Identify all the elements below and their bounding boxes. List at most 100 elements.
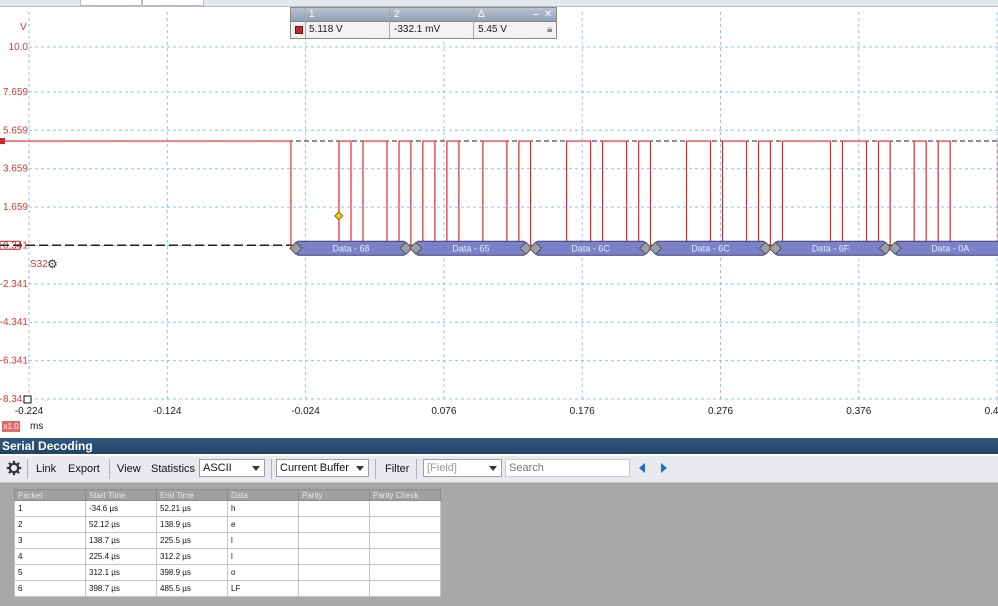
field-select-value: [Field] [427, 462, 457, 474]
y-tick-label: 5.659 [3, 125, 28, 136]
x-tick-label: 0.276 [708, 406, 733, 417]
cursor-diamond-icon [334, 211, 344, 221]
col-data[interactable]: Data [227, 489, 299, 501]
cell-end-time: 398.9 µs [156, 564, 228, 581]
cell-data: o [227, 564, 299, 581]
cell-data: LF [227, 580, 299, 597]
cell-end-time: 52.21 µs [156, 500, 228, 517]
link-button[interactable]: Link [36, 463, 56, 475]
chevron-down-icon [489, 466, 497, 471]
y-unit-label: V [20, 22, 27, 33]
cell-end-time: 485.5 µs [156, 580, 228, 597]
col-end-time[interactable]: End Time [156, 489, 228, 501]
cell-parity [298, 548, 370, 565]
oscilloscope-view[interactable]: V 10.0 7.659 5.659 3.659 1.659 -0.341 -2.341 -4.… [0, 0, 998, 435]
cell-parity-check [369, 580, 441, 597]
buffer-select[interactable]: Current Buffer [276, 459, 369, 477]
cell-parity [298, 532, 370, 549]
chevron-down-icon [252, 466, 260, 471]
gear-icon: ⚙ [47, 257, 58, 271]
y-tick-label: -6.341 [0, 356, 28, 367]
table-row[interactable]: 6 398.7 µs 485.5 µs LF [14, 580, 441, 597]
table-row[interactable]: 2 52.12 µs 138.9 µs e [14, 516, 441, 533]
cursor-readout-header: 1 2 Δ – ✕ [291, 8, 556, 22]
panel-title: Serial Decoding [0, 438, 998, 454]
cursor-col-delta: Δ [478, 9, 485, 20]
cell-data: h [227, 500, 299, 517]
x-tick-label: -0.224 [15, 406, 44, 417]
cursor-value-2: -332.1 mV [394, 24, 441, 35]
cell-packet: 1 [14, 500, 86, 517]
gear-icon[interactable] [6, 460, 22, 476]
format-select[interactable]: ASCII [199, 459, 265, 477]
decoded-frame-label: Data - 6C [691, 243, 730, 253]
cell-packet: 6 [14, 580, 86, 597]
col-parity[interactable]: Parity [298, 489, 370, 501]
cursor-col-1: 1 [309, 9, 315, 20]
cell-packet: 2 [14, 516, 86, 533]
y-tick-label: 3.659 [3, 164, 28, 175]
lock-icon[interactable]: 🔒︎ [547, 24, 552, 35]
zoom-badge[interactable]: x1.0 [2, 421, 20, 432]
x-axis-unit: x1.0 ms [0, 421, 60, 433]
col-packet[interactable]: Packet [14, 489, 86, 501]
x-unit-label: ms [30, 421, 44, 432]
cursor-readout-window[interactable]: 1 2 Δ – ✕ 5.118 V -332.1 mV 5.45 V 🔒︎ [290, 7, 557, 39]
cell-parity-check [369, 500, 441, 517]
cell-data: l [227, 532, 299, 549]
table-row[interactable]: 3 138.7 µs 225.5 µs l [14, 532, 441, 549]
decoded-frame-label: Data - 65 [452, 243, 489, 253]
cell-packet: 5 [14, 564, 86, 581]
cell-start-time: 52.12 µs [85, 516, 157, 533]
scope-plot[interactable]: V 10.0 7.659 5.659 3.659 1.659 -0.341 -2.341 -4.… [0, 0, 998, 435]
statistics-button[interactable]: Statistics [151, 463, 195, 475]
signal-trace [0, 140, 998, 246]
cell-end-time: 225.5 µs [156, 532, 228, 549]
col-parity-check[interactable]: Parity Check [369, 489, 441, 501]
cell-parity-check [369, 532, 441, 549]
field-select[interactable]: [Field] [423, 459, 502, 477]
packet-table-header: Packet Start Time End Time Data Parity P… [14, 489, 441, 501]
y-tick-label: 1.659 [3, 202, 28, 213]
view-button[interactable]: View [117, 463, 141, 475]
table-row[interactable]: 4 225.4 µs 312.2 µs l [14, 548, 441, 565]
cell-parity [298, 516, 370, 533]
table-row[interactable]: 5 312.1 µs 398.9 µs o [14, 564, 441, 581]
filter-button[interactable]: Filter [385, 463, 409, 475]
cell-packet: 4 [14, 548, 86, 565]
cell-start-time: 138.7 µs [85, 532, 157, 549]
close-icon[interactable]: ✕ [544, 9, 552, 20]
cell-parity [298, 564, 370, 581]
channel-marker-icon [295, 26, 303, 34]
y-tick-label: 10.0 [9, 42, 29, 53]
decoded-frame-label: Data - 68 [332, 243, 369, 253]
y-tick-label: -4.341 [0, 317, 28, 328]
x-tick-label: -0.024 [291, 406, 320, 417]
decoding-toolbar: Link Export View Statistics ASCII Curren… [0, 456, 998, 483]
x-tick-label: 0.476 [985, 406, 998, 417]
col-start-time[interactable]: Start Time [85, 489, 157, 501]
previous-arrow-icon[interactable] [639, 463, 645, 473]
cell-parity-check [369, 516, 441, 533]
format-select-value: ASCII [203, 462, 232, 474]
table-row[interactable]: 1 -34.6 µs 52.21 µs h [14, 500, 441, 517]
decoded-frame-label: Data - 6C [571, 243, 610, 253]
cell-data: l [227, 548, 299, 565]
cell-parity-check [369, 548, 441, 565]
x-tick-label: 0.176 [570, 406, 595, 417]
x-tick-label: 0.376 [846, 406, 871, 417]
cursor-value-delta: 5.45 V [478, 24, 507, 35]
cell-packet: 3 [14, 532, 86, 549]
cell-start-time: 225.4 µs [85, 548, 157, 565]
cell-end-time: 138.9 µs [156, 516, 228, 533]
y-tick-label: 7.659 [3, 87, 28, 98]
next-arrow-icon[interactable] [661, 463, 667, 473]
x-tick-label: -0.124 [153, 406, 182, 417]
export-button[interactable]: Export [68, 463, 100, 475]
cursor-value-1: 5.118 V [309, 24, 343, 35]
minimize-icon[interactable]: – [533, 9, 539, 20]
search-input[interactable]: Search [505, 459, 630, 477]
cell-parity-check [369, 564, 441, 581]
cursor-col-2: 2 [394, 9, 400, 20]
cell-start-time: 398.7 µs [85, 580, 157, 597]
